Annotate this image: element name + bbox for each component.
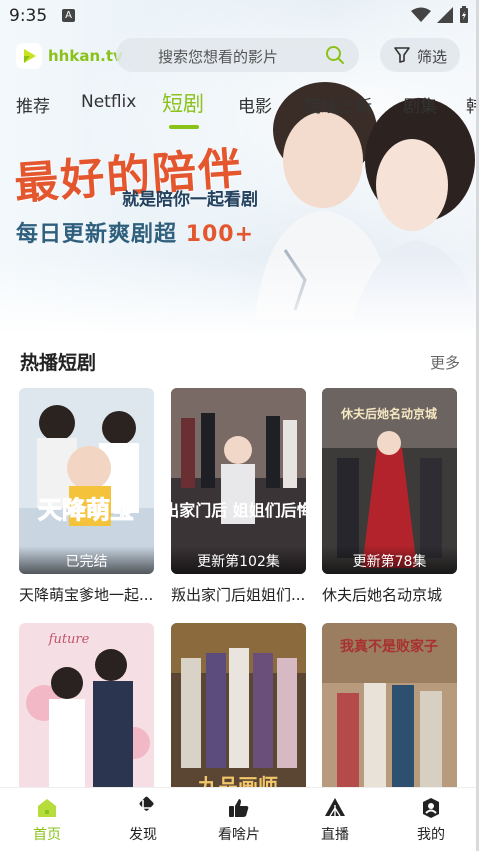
nav-what-to-watch-label: 看啥片: [218, 827, 260, 843]
active-tab-indicator: [169, 125, 199, 129]
drama-poster[interactable]: 九品画师: [171, 623, 306, 809]
logo-play-icon: [16, 43, 42, 69]
poster-title-text: 休夫后她名动京城: [340, 406, 437, 421]
drama-card[interactable]: 休夫后她名动京城 更新第78集 休夫后她名动京城: [322, 388, 457, 605]
wifi-icon: [411, 7, 431, 22]
notification-icon: A: [62, 9, 75, 22]
search-bar[interactable]: 搜索您想看的影片: [116, 38, 359, 72]
top-bar: hhkan.tv 搜索您想看的影片 筛选: [0, 36, 479, 76]
drama-title: 休夫后她名动京城: [322, 586, 443, 604]
nav-discover-label: 发现: [129, 827, 157, 843]
status-icons: [411, 6, 469, 24]
banner-daily: 每日更新爽剧超 100+: [16, 216, 254, 248]
poster-title-text: future: [48, 632, 90, 647]
episode-badge: 更新第78集: [322, 546, 457, 574]
banner-daily-text: 每日更新爽剧超: [16, 221, 178, 247]
nav-what-to-watch[interactable]: 看啥片: [209, 796, 269, 844]
app-logo[interactable]: hhkan.tv: [16, 40, 123, 72]
tab-movies[interactable]: 电影: [238, 92, 272, 117]
nav-live[interactable]: 直播: [305, 796, 365, 844]
nav-profile-label: 我的: [417, 827, 445, 843]
bottom-nav: 首页 发现 看啥片 直播 我的: [0, 787, 479, 852]
thumbs-up-icon: [229, 799, 249, 817]
discover-icon: [135, 796, 154, 816]
profile-icon: [423, 798, 439, 818]
drama-poster[interactable]: 休夫后她名动京城 更新第78集: [322, 388, 457, 574]
drama-poster[interactable]: future: [19, 623, 154, 809]
filter-button[interactable]: 筛选: [380, 38, 460, 72]
drama-poster[interactable]: 叛出家门后 姐姐们后悔了 更新第102集: [171, 388, 306, 574]
tab-new-in-theaters[interactable]: 院线上新: [304, 92, 372, 117]
category-tabs: 推荐 Netflix 短剧 电影 院线上新 剧集 韩: [0, 88, 479, 132]
drama-card[interactable]: 叛出家门后 姐姐们后悔了 更新第102集 叛出家门后姐姐们...: [171, 388, 306, 605]
banner-daily-count: 100+: [185, 222, 255, 247]
poster-image: future: [19, 623, 154, 809]
filter-icon: [394, 47, 410, 63]
tab-short-drama[interactable]: 短剧: [162, 88, 204, 118]
filter-label: 筛选: [417, 48, 448, 66]
banner-subline: 就是陪你一起看剧: [122, 190, 258, 210]
live-icon: [325, 798, 345, 817]
section-title: 热播短剧: [20, 352, 97, 374]
poster-title-text: 天降萌宝: [38, 496, 134, 524]
more-link[interactable]: 更多: [430, 352, 460, 373]
signal-icon: [437, 7, 453, 23]
nav-live-label: 直播: [321, 827, 349, 843]
tab-series[interactable]: 剧集: [403, 92, 437, 117]
nav-home[interactable]: 首页: [17, 796, 77, 844]
banner-fade: [0, 255, 479, 335]
drama-title: 叛出家门后姐姐们...: [171, 586, 306, 604]
nav-home-label: 首页: [33, 827, 61, 843]
episode-badge: 更新第102集: [171, 546, 306, 574]
status-bar: 9:35 A: [0, 0, 479, 32]
nav-discover[interactable]: 发现: [113, 796, 173, 844]
nav-profile[interactable]: 我的: [401, 796, 461, 844]
search-placeholder[interactable]: 搜索您想看的影片: [158, 46, 278, 67]
poster-title-text: 我真不是败家子: [340, 638, 438, 655]
poster-image: 九品画师: [171, 623, 306, 809]
logo-text: hhkan.tv: [48, 47, 123, 65]
home-icon: [38, 799, 56, 817]
tab-netflix[interactable]: Netflix: [81, 92, 136, 112]
status-time: 9:35: [9, 6, 48, 26]
tab-recommend[interactable]: 推荐: [16, 92, 50, 117]
drama-poster[interactable]: 我真不是败家子: [322, 623, 457, 809]
poster-image: 我真不是败家子: [322, 623, 457, 809]
drama-card[interactable]: 天降萌宝 已完结 天降萌宝爹地一起...: [19, 388, 154, 605]
drama-poster[interactable]: 天降萌宝 已完结: [19, 388, 154, 574]
search-icon[interactable]: [325, 45, 345, 65]
drama-title: 天降萌宝爹地一起...: [19, 586, 154, 604]
episode-badge: 已完结: [19, 546, 154, 574]
poster-title-text: 叛出家门后 姐姐们后悔了: [171, 501, 306, 520]
battery-icon: [460, 6, 468, 23]
